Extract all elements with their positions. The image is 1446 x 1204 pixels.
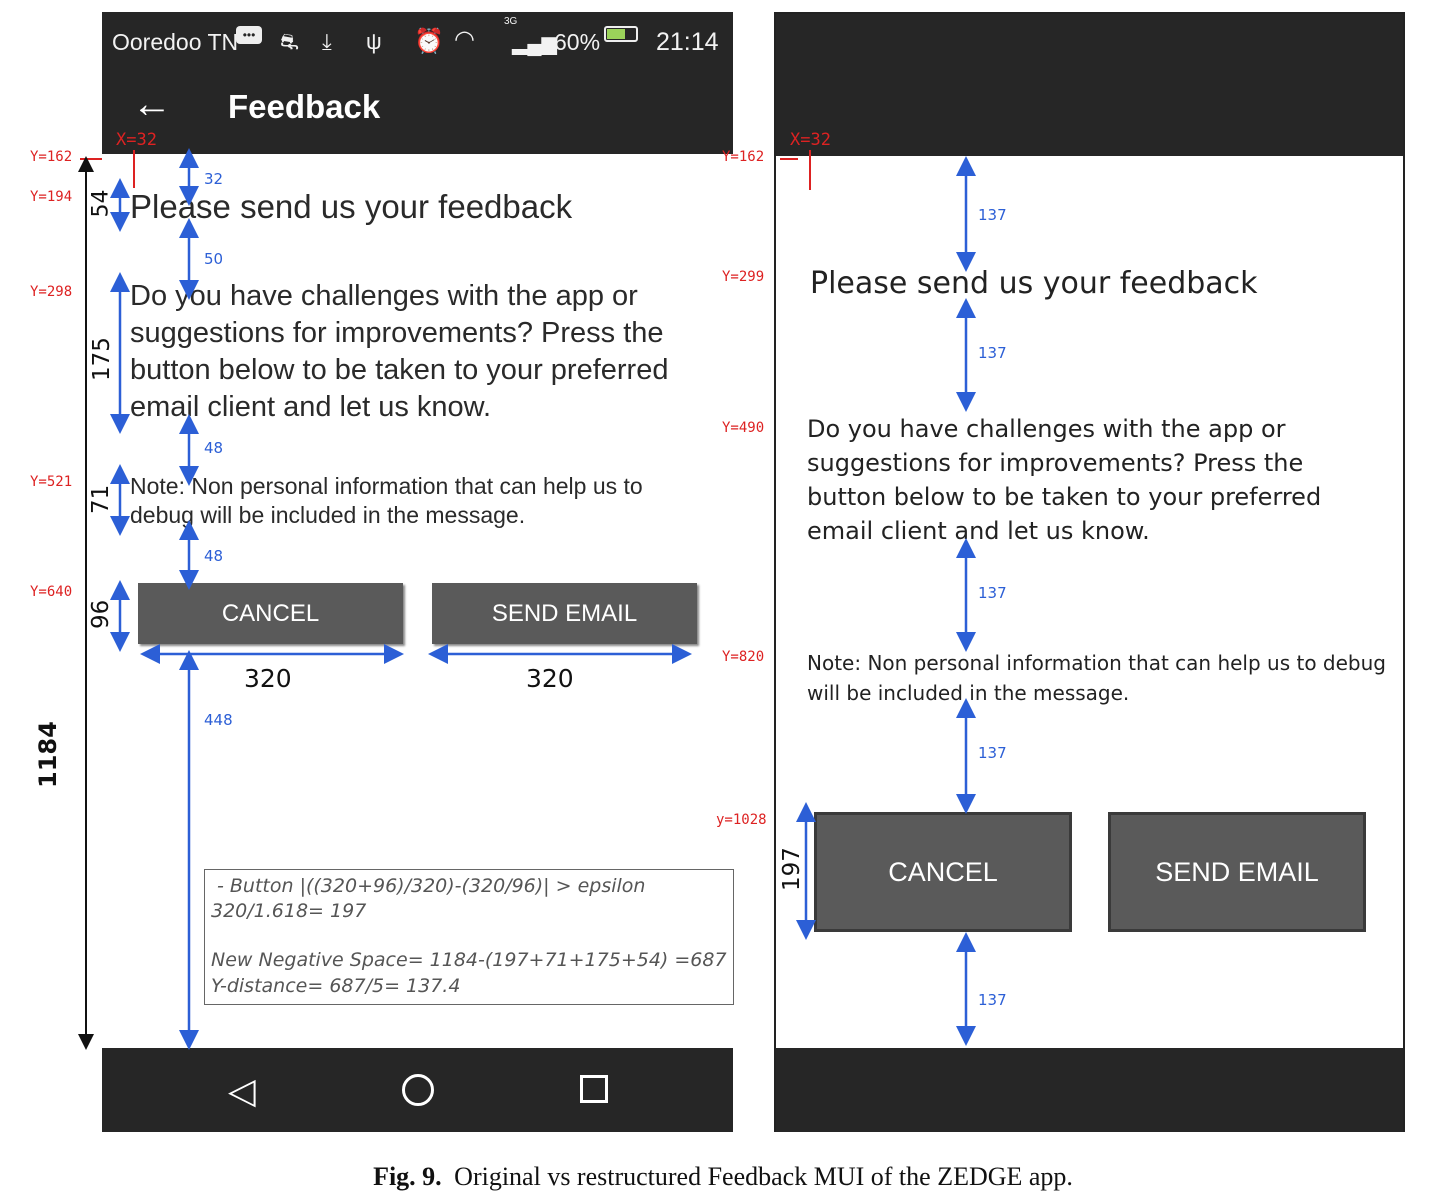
label-y640: Y=640 bbox=[30, 584, 73, 600]
height-175: 175 bbox=[89, 337, 115, 381]
width-320-a: 320 bbox=[244, 664, 292, 693]
label-x32: X=32 bbox=[790, 130, 831, 150]
label-y162: Y=162 bbox=[30, 149, 73, 165]
gap-48-b: 48 bbox=[204, 547, 224, 565]
gap-448: 448 bbox=[204, 711, 233, 729]
height-54: 54 bbox=[88, 189, 114, 218]
label-y298: Y=298 bbox=[30, 284, 73, 300]
figure-caption: Fig. 9. Original vs restructured Feedbac… bbox=[0, 1162, 1446, 1192]
label-y1028: y=1028 bbox=[716, 812, 767, 828]
gap-32: 32 bbox=[204, 170, 224, 188]
width-320-b: 320 bbox=[526, 664, 574, 693]
label-y194: Y=194 bbox=[30, 189, 73, 205]
figure-caption-text: Original vs restructured Feedback MUI of… bbox=[454, 1162, 1073, 1191]
gap-137-b: 137 bbox=[978, 344, 1007, 362]
label-y162: Y=162 bbox=[722, 149, 765, 165]
height-71: 71 bbox=[88, 484, 114, 514]
figure-label: Fig. 9. bbox=[373, 1162, 442, 1191]
label-y299: Y=299 bbox=[722, 269, 765, 285]
height-1184: 1184 bbox=[34, 721, 62, 788]
gap-137-e: 137 bbox=[978, 991, 1007, 1009]
gap-137-d: 137 bbox=[978, 744, 1007, 762]
height-96: 96 bbox=[88, 599, 114, 629]
label-y521: Y=521 bbox=[30, 474, 73, 490]
label-y490: Y=490 bbox=[722, 420, 765, 436]
label-y820: Y=820 bbox=[722, 649, 765, 665]
gap-137-a: 137 bbox=[978, 206, 1007, 224]
gap-48-a: 48 bbox=[204, 439, 224, 457]
right-annotation-lines bbox=[780, 150, 976, 1046]
height-197: 197 bbox=[779, 847, 805, 891]
label-x32: X=32 bbox=[116, 130, 157, 150]
gap-137-c: 137 bbox=[978, 584, 1007, 602]
gap-50: 50 bbox=[204, 250, 224, 268]
left-annotation-lines bbox=[78, 148, 692, 1050]
